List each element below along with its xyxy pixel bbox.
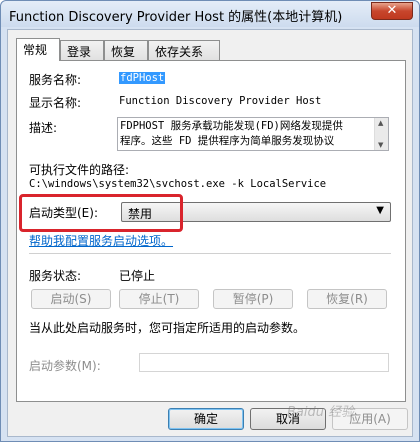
start-params-hint: 当从此处启动服务时，您可指定所适用的启动参数。 bbox=[29, 321, 306, 335]
window-title: Function Discovery Provider Host 的属性(本地计… bbox=[9, 10, 343, 25]
exe-path-value[interactable]: C:\windows\system32\svchost.exe -k Local… bbox=[29, 178, 326, 190]
resume-button[interactable]: 恢复(R) bbox=[307, 289, 387, 309]
separator bbox=[29, 253, 391, 254]
description-box[interactable]: FDPHOST 服务承载功能发现(FD)网络发现提供 程序。这些 FD 提供程序… bbox=[117, 117, 389, 151]
properties-dialog: Function Discovery Provider Host 的属性(本地计… bbox=[0, 0, 420, 442]
display-name-label: 显示名称: bbox=[29, 96, 82, 110]
service-name-value[interactable]: fdPHost bbox=[119, 72, 166, 84]
start-params-input[interactable] bbox=[139, 353, 389, 372]
service-status-label: 服务状态: bbox=[29, 269, 82, 283]
display-name-value[interactable]: Function Discovery Provider Host bbox=[119, 95, 321, 107]
description-text: FDPHOST 服务承载功能发现(FD)网络发现提供 程序。这些 FD 提供程序… bbox=[120, 120, 343, 147]
tab-dependencies[interactable]: 依存关系 bbox=[148, 40, 220, 60]
tab-general[interactable]: 常规 bbox=[16, 38, 60, 61]
dialog-client-area: 常规 登录 恢复 依存关系 服务名称: fdPHost 显示名称: Functi… bbox=[7, 29, 413, 437]
dropdown-arrow-icon: ▼ bbox=[376, 205, 384, 216]
description-scrollbar[interactable]: ▲ ▼ bbox=[374, 118, 388, 150]
stop-button[interactable]: 停止(T) bbox=[119, 289, 199, 309]
start-button[interactable]: 启动(S) bbox=[31, 289, 111, 309]
watermark: Baidu 经验 bbox=[287, 405, 355, 420]
title-bar[interactable]: Function Discovery Provider Host 的属性(本地计… bbox=[1, 1, 419, 27]
start-params-label: 启动参数(M): bbox=[29, 359, 101, 373]
help-configure-link[interactable]: 帮助我配置服务启动选项。 bbox=[29, 232, 173, 249]
description-label: 描述: bbox=[29, 121, 58, 135]
close-icon: ✕ bbox=[386, 3, 398, 18]
scroll-down-icon[interactable]: ▼ bbox=[378, 141, 383, 149]
service-status-value: 已停止 bbox=[119, 269, 156, 283]
pause-button[interactable]: 暂停(P) bbox=[213, 289, 293, 309]
exe-path-label: 可执行文件的路径: bbox=[29, 163, 130, 177]
close-button[interactable]: ✕ bbox=[371, 2, 413, 20]
tab-recovery[interactable]: 恢复 bbox=[104, 40, 148, 60]
tab-logon[interactable]: 登录 bbox=[60, 40, 104, 60]
ok-button[interactable]: 确定 bbox=[168, 408, 244, 430]
annotation-highlight-box bbox=[19, 194, 183, 232]
scroll-up-icon[interactable]: ▲ bbox=[378, 119, 383, 127]
general-tab-panel: 服务名称: fdPHost 显示名称: Function Discovery P… bbox=[16, 60, 406, 402]
service-name-label: 服务名称: bbox=[29, 73, 82, 87]
